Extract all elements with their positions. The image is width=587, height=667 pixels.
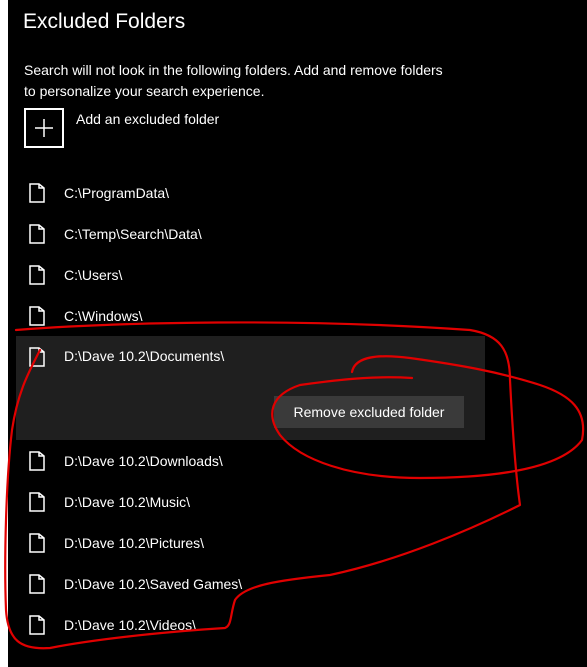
folder-icon (29, 305, 45, 326)
folder-item-users[interactable]: C:\Users\ (16, 254, 476, 295)
folder-item-saved-games[interactable]: D:\Dave 10.2\Saved Games\ (16, 563, 476, 604)
page-title: Excluded Folders (23, 10, 186, 33)
folder-icon (29, 491, 45, 512)
remove-excluded-folder-button[interactable]: Remove excluded folder (274, 396, 464, 428)
folder-icon (29, 573, 45, 594)
folder-path: D:\Dave 10.2\Documents\ (64, 348, 225, 364)
folder-icon (29, 264, 45, 285)
folder-item-videos[interactable]: D:\Dave 10.2\Videos\ (16, 604, 476, 645)
folder-icon (29, 532, 45, 553)
folder-path: C:\Temp\Search\Data\ (64, 225, 202, 242)
folder-icon (29, 614, 45, 635)
plus-icon (35, 119, 53, 137)
folder-path: C:\Windows\ (64, 307, 143, 324)
folder-path: D:\Dave 10.2\Videos\ (64, 616, 197, 633)
folder-path: C:\Users\ (64, 266, 123, 283)
folder-icon (29, 450, 45, 471)
folder-icon (29, 182, 45, 203)
folder-item-temp-search-data[interactable]: C:\Temp\Search\Data\ (16, 213, 476, 254)
folder-item-pictures[interactable]: D:\Dave 10.2\Pictures\ (16, 522, 476, 563)
page-description: Search will not look in the following fo… (24, 62, 443, 99)
excluded-folder-list: C:\ProgramData\ C:\Temp\Search\Data\ C:\… (16, 172, 485, 645)
folder-icon (29, 223, 45, 244)
add-excluded-folder-label: Add an excluded folder (76, 111, 220, 127)
folder-item-music[interactable]: D:\Dave 10.2\Music\ (16, 481, 476, 522)
folder-icon (29, 347, 45, 367)
excluded-folders-panel: Excluded Folders Search will not look in… (8, 0, 587, 667)
folder-item-documents[interactable]: D:\Dave 10.2\Documents\ Remove excluded … (16, 336, 485, 440)
add-excluded-folder-button[interactable]: Add an excluded folder (24, 108, 219, 148)
folder-item-windows[interactable]: C:\Windows\ (16, 295, 476, 336)
folder-path: D:\Dave 10.2\Pictures\ (64, 534, 205, 551)
folder-item-programdata[interactable]: C:\ProgramData\ (16, 172, 476, 213)
folder-path: D:\Dave 10.2\Downloads\ (64, 452, 223, 469)
folder-item-downloads[interactable]: D:\Dave 10.2\Downloads\ (16, 440, 476, 481)
folder-path: D:\Dave 10.2\Music\ (64, 493, 191, 510)
folder-path: C:\ProgramData\ (64, 184, 170, 201)
folder-path: D:\Dave 10.2\Saved Games\ (64, 575, 243, 592)
add-box[interactable] (24, 108, 64, 148)
